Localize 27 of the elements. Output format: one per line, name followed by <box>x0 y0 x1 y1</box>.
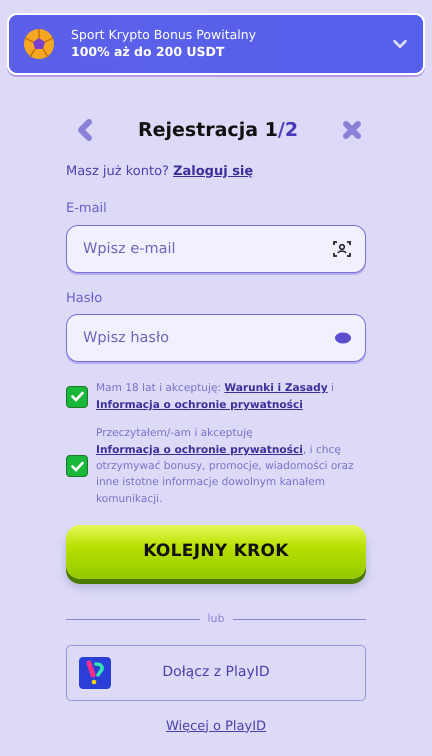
ball-icon <box>23 28 55 60</box>
field-label: Hasło <box>66 290 104 308</box>
playid-logo-icon <box>79 656 111 689</box>
consent-text: Przeczytałem/-am i akceptuję Informacja o ochronie prywatności, i chcę otrzymywać bonusy, promocje, wiadomości oraz inne istotne informacje dowolnym kanałem komunikacji. <box>96 426 355 507</box>
checkmark-icon <box>70 460 84 472</box>
checkbox[interactable] <box>66 386 88 408</box>
login-link[interactable]: Zaloguj się <box>173 164 254 179</box>
policy-link[interactable]: Warunki i Zasady <box>224 382 328 394</box>
policy-link[interactable]: Informacja o ochronie prywatności <box>96 398 303 411</box>
input-field[interactable]: Wpisz e-mail <box>66 224 366 273</box>
promo-offer: 100% aż do 200 USDT <box>71 42 226 61</box>
page-title: Rejestracja 1/2 <box>138 119 298 142</box>
next-step-button[interactable]: KOLEJNY KROK <box>66 525 366 580</box>
checkmark-icon <box>70 391 84 402</box>
eye-icon[interactable] <box>335 332 351 344</box>
promo-banner[interactable]: Sport Krypto Bonus Powitalny 100% aż do 200 USDT <box>7 13 425 75</box>
playid-info-link[interactable]: Więcej o PlayID <box>166 718 266 734</box>
login-prompt: Masz już konto? Zaloguj się <box>66 162 254 181</box>
field-label: E-mail <box>66 200 108 218</box>
checkbox[interactable] <box>66 455 88 478</box>
playid-button[interactable]: Dołącz z PlayID <box>66 644 366 701</box>
face-scan-icon[interactable] <box>333 240 351 258</box>
promo-title: Sport Krypto Bonus Powitalny <box>71 26 258 43</box>
input-field[interactable]: Wpisz hasło <box>66 314 366 362</box>
policy-link[interactable]: Informacja o ochronie prywatności <box>96 444 303 456</box>
consent-text: Mam 18 lat i akceptuję: Warunki i Zasady i Informacja o ochronie prywatności <box>96 381 335 413</box>
divider-label: lub <box>208 611 225 628</box>
